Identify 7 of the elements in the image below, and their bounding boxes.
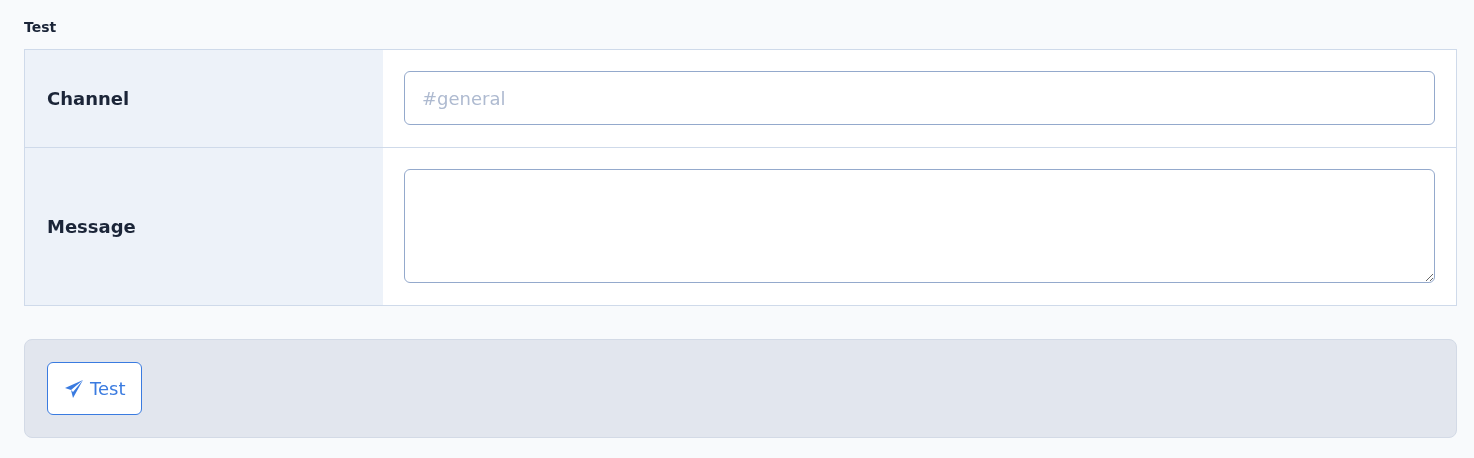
field-label: Message [25,148,383,305]
send-icon [64,378,84,399]
test-button[interactable]: Test [47,362,143,415]
channel-input[interactable]: #general [404,71,1435,125]
section-title: Test [24,18,58,37]
message-textarea[interactable] [404,169,1435,283]
field-label: Channel [25,50,383,147]
